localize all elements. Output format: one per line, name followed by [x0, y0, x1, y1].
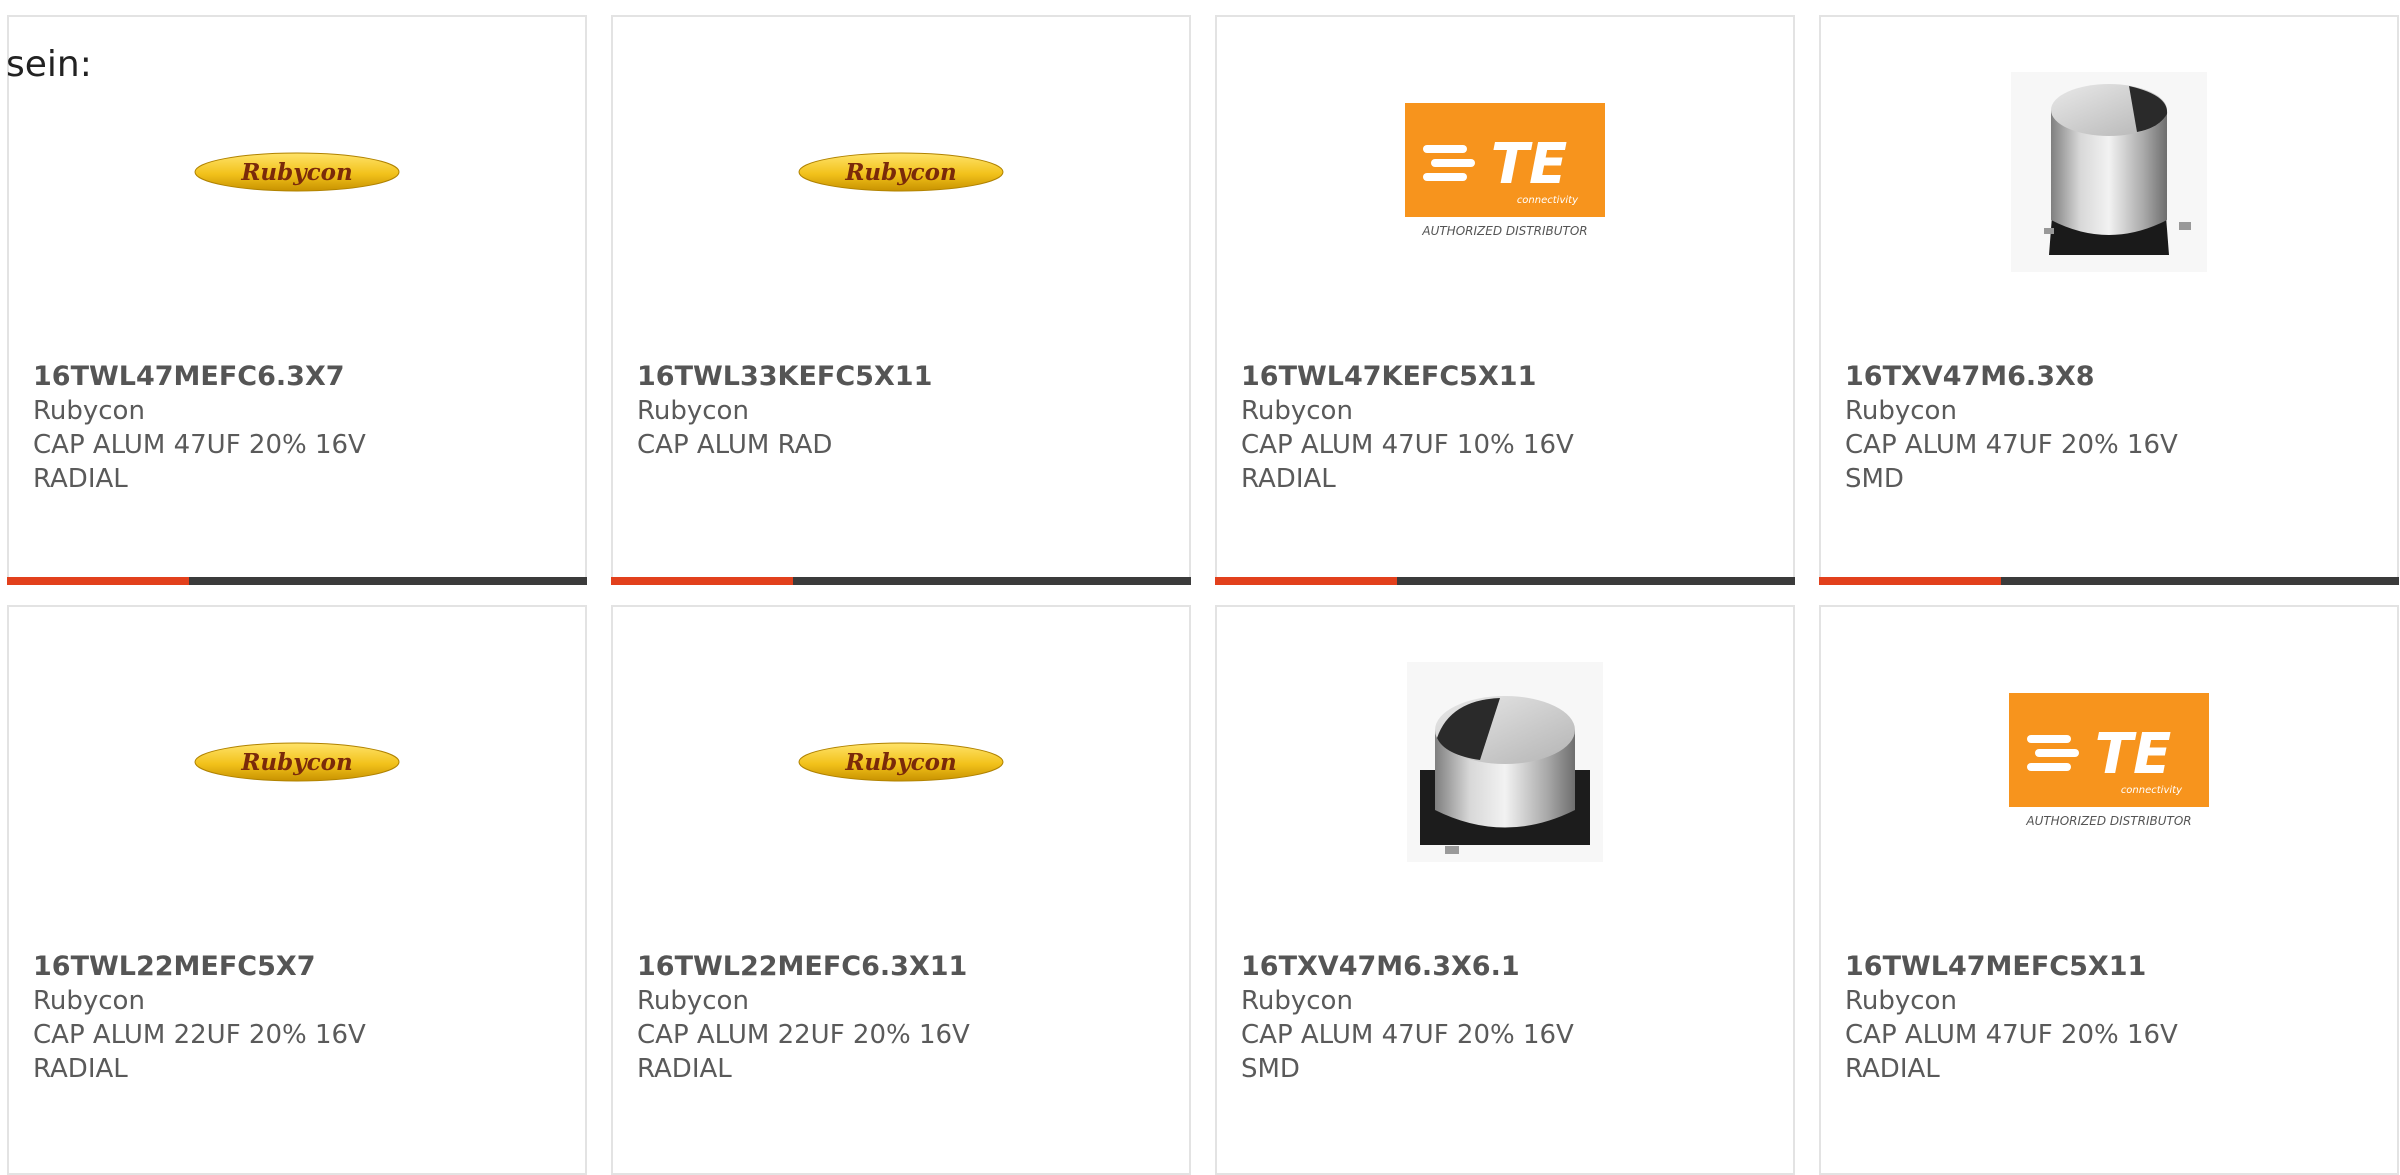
- rubycon-logo: Rubycon: [798, 152, 1004, 192]
- card-bottom-bar: [7, 577, 587, 585]
- svg-text:connectivity: connectivity: [1517, 195, 1579, 206]
- te-connectivity-logo: TE connectivity AUTHORIZED DISTRIBUTOR: [1405, 103, 1605, 238]
- product-card[interactable]: TE connectivity AUTHORIZED DISTRIBUTOR 1…: [1215, 15, 1795, 585]
- part-number[interactable]: 16TWL33KEFC5X11: [637, 360, 1165, 394]
- manufacturer: Rubycon: [637, 396, 749, 426]
- card-accent-bar: [1819, 577, 2001, 585]
- manufacturer: Rubycon: [637, 986, 749, 1016]
- smd-capacitor-photo: [1407, 661, 1603, 862]
- product-image[interactable]: TE connectivity AUTHORIZED DISTRIBUTOR: [1217, 67, 1793, 277]
- product-image[interactable]: Rubycon: [9, 657, 585, 867]
- svg-text:AUTHORIZED DISTRIBUTOR: AUTHORIZED DISTRIBUTOR: [2025, 814, 2191, 828]
- part-number[interactable]: 16TWL47MEFC5X11: [1845, 950, 2373, 984]
- description: CAP ALUM 47UF 20% 16V RADIAL: [1845, 1020, 2178, 1084]
- description: CAP ALUM 22UF 20% 16V RADIAL: [33, 1020, 366, 1084]
- description: CAP ALUM 22UF 20% 16V RADIAL: [637, 1020, 970, 1084]
- description: CAP ALUM RAD: [637, 430, 833, 460]
- svg-text:AUTHORIZED DISTRIBUTOR: AUTHORIZED DISTRIBUTOR: [1421, 224, 1587, 238]
- svg-text:Rubycon: Rubycon: [844, 159, 956, 186]
- card-accent-bar: [7, 577, 189, 585]
- product-card[interactable]: 16TXV47M6.3X6.1 Rubycon CAP ALUM 47UF 20…: [1215, 605, 1795, 1175]
- product-image[interactable]: [1217, 657, 1793, 867]
- svg-text:connectivity: connectivity: [2121, 785, 2183, 796]
- manufacturer: Rubycon: [33, 396, 145, 426]
- description: CAP ALUM 47UF 10% 16V RADIAL: [1241, 430, 1574, 494]
- manufacturer: Rubycon: [1845, 986, 1957, 1016]
- product-card[interactable]: TE connectivity AUTHORIZED DISTRIBUTOR 1…: [1819, 605, 2399, 1175]
- product-card[interactable]: Rubycon 16TWL33KEFC5X11 Rubycon CAP ALUM…: [611, 15, 1191, 585]
- part-number[interactable]: 16TXV47M6.3X6.1: [1241, 950, 1769, 984]
- product-image[interactable]: Rubycon: [9, 67, 585, 277]
- svg-text:Rubycon: Rubycon: [240, 159, 352, 186]
- description: CAP ALUM 47UF 20% 16V SMD: [1845, 430, 2178, 494]
- description: CAP ALUM 47UF 20% 16V RADIAL: [33, 430, 366, 494]
- svg-text:TE: TE: [1491, 132, 1567, 197]
- product-image[interactable]: [1821, 67, 2397, 277]
- smd-capacitor-photo: [2011, 71, 2207, 272]
- te-connectivity-logo: TE connectivity AUTHORIZED DISTRIBUTOR: [2009, 693, 2209, 828]
- card-bottom-bar: [1819, 577, 2399, 585]
- part-number[interactable]: 16TWL22MEFC5X7: [33, 950, 561, 984]
- product-image[interactable]: Rubycon: [613, 657, 1189, 867]
- product-card[interactable]: Rubycon 16TWL22MEFC5X7 Rubycon CAP ALUM …: [7, 605, 587, 1175]
- svg-text:Rubycon: Rubycon: [240, 749, 352, 776]
- part-number[interactable]: 16TWL47KEFC5X11: [1241, 360, 1769, 394]
- product-image[interactable]: TE connectivity AUTHORIZED DISTRIBUTOR: [1821, 657, 2397, 867]
- part-number[interactable]: 16TWL22MEFC6.3X11: [637, 950, 1165, 984]
- rubycon-logo: Rubycon: [798, 742, 1004, 782]
- product-card[interactable]: 16TXV47M6.3X8 Rubycon CAP ALUM 47UF 20% …: [1819, 15, 2399, 585]
- manufacturer: Rubycon: [1241, 986, 1353, 1016]
- rubycon-logo: Rubycon: [194, 742, 400, 782]
- part-number[interactable]: 16TXV47M6.3X8: [1845, 360, 2373, 394]
- manufacturer: Rubycon: [1241, 396, 1353, 426]
- product-card[interactable]: Rubycon 16TWL47MEFC6.3X7 Rubycon CAP ALU…: [7, 15, 587, 585]
- description: CAP ALUM 47UF 20% 16V SMD: [1241, 1020, 1574, 1084]
- svg-text:TE: TE: [2095, 722, 2171, 787]
- card-accent-bar: [1215, 577, 1397, 585]
- manufacturer: Rubycon: [1845, 396, 1957, 426]
- svg-text:Rubycon: Rubycon: [844, 749, 956, 776]
- intro-text: sein:: [6, 44, 92, 85]
- rubycon-logo: Rubycon: [194, 152, 400, 192]
- manufacturer: Rubycon: [33, 986, 145, 1016]
- card-bottom-bar: [611, 577, 1191, 585]
- product-image[interactable]: Rubycon: [613, 67, 1189, 277]
- card-accent-bar: [611, 577, 793, 585]
- card-bottom-bar: [1215, 577, 1795, 585]
- product-card[interactable]: Rubycon 16TWL22MEFC6.3X11 Rubycon CAP AL…: [611, 605, 1191, 1175]
- part-number[interactable]: 16TWL47MEFC6.3X7: [33, 360, 561, 394]
